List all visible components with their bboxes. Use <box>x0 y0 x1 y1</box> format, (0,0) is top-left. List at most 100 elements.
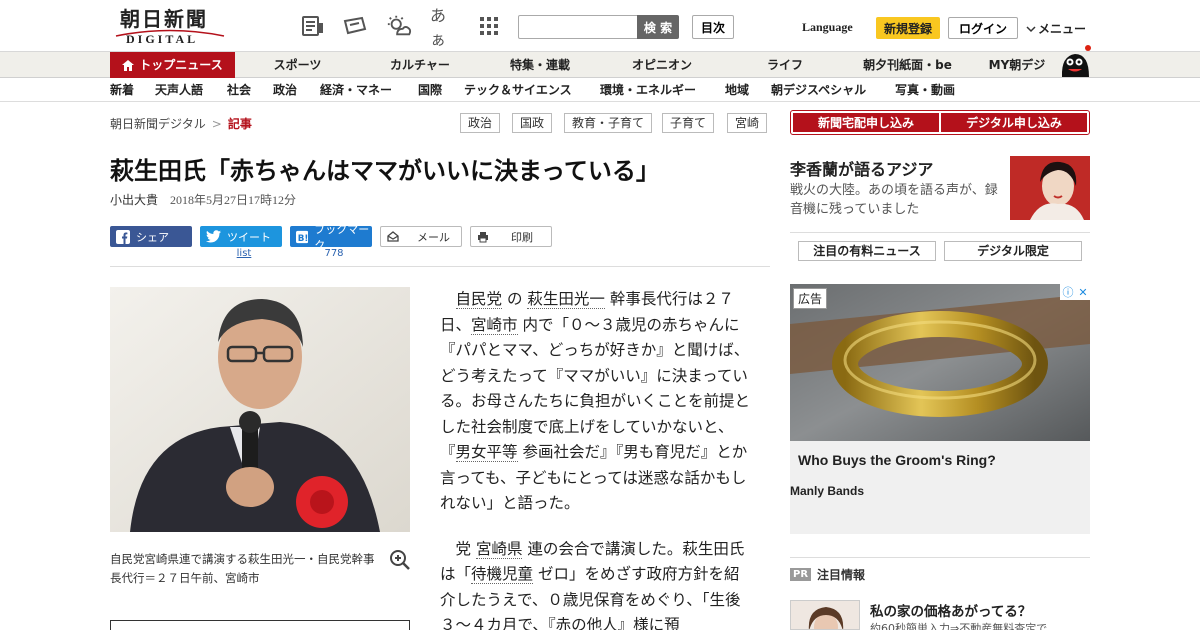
pr-item-sub: 約60秒簡単入力⇒不動産無料査定で <box>870 622 1048 630</box>
search-input[interactable] <box>518 15 638 39</box>
facebook-share-button[interactable]: シェア <box>110 226 192 247</box>
pr-title: 注目情報 <box>817 568 866 582</box>
link-gender-equality[interactable]: 男女平等 <box>455 443 518 462</box>
nav-photo[interactable]: 写真・動画 <box>895 78 955 102</box>
facebook-icon <box>116 229 130 244</box>
font-size-icon[interactable]: あぁ <box>430 6 460 49</box>
login-button[interactable]: ログイン <box>948 17 1018 39</box>
nav-tech[interactable]: テック＆サイエンス <box>464 78 572 102</box>
next-photo[interactable] <box>110 620 410 630</box>
paper-delivery-button[interactable]: 新聞宅配申し込み <box>793 113 939 132</box>
breadcrumb-home[interactable]: 朝日新聞デジタル <box>110 115 206 132</box>
nav-region[interactable]: 地域 <box>725 78 749 102</box>
chevron-down-icon <box>1026 25 1036 32</box>
ticket-icon[interactable] <box>342 14 368 38</box>
nav-top-news-label: トップニュース <box>139 58 223 72</box>
ad-choices[interactable]: ⓘ ✕ <box>1060 284 1090 300</box>
hatena-icon: B! <box>296 230 309 243</box>
language-link[interactable]: Language <box>802 20 853 35</box>
breadcrumb-sep: > <box>211 116 222 131</box>
weather-icon[interactable] <box>386 14 412 38</box>
menu-label: メニュー <box>1038 22 1087 36</box>
register-button[interactable]: 新規登録 <box>876 17 940 39</box>
print-label: 印刷 <box>511 230 533 244</box>
nav-sports[interactable]: スポーツ <box>250 52 345 78</box>
close-icon[interactable]: ✕ <box>1078 286 1087 299</box>
mail-share-button[interactable]: メール <box>380 226 462 247</box>
nav-opinion[interactable]: オピニオン <box>612 52 712 78</box>
digital-subscribe-button[interactable]: デジタル申し込み <box>941 113 1087 132</box>
zoom-icon[interactable] <box>389 549 411 571</box>
nav-my-asahi[interactable]: MY朝デジ <box>978 52 1056 78</box>
text: の <box>502 290 528 308</box>
photo-caption: 自民党宮崎県連で講演する萩生田光一・自民党幹事長代行＝２７日午前、宮崎市 <box>110 552 375 585</box>
ad-headline[interactable]: Who Buys the Groom's Ring? <box>798 452 996 468</box>
toc-button[interactable]: 目次 <box>692 15 734 39</box>
info-icon[interactable]: ⓘ <box>1062 284 1073 300</box>
mascot-icon[interactable] <box>1058 44 1092 78</box>
nav-paper[interactable]: 朝夕刊紙面・be <box>850 52 965 78</box>
mail-label: メール <box>417 230 450 244</box>
tag-parenting[interactable]: 子育て <box>662 113 715 133</box>
twitter-label: ツイート <box>227 230 271 244</box>
ad-image[interactable] <box>790 284 1090 441</box>
search-button[interactable]: 検 索 <box>637 15 679 39</box>
nav-special[interactable]: 朝デジスペシャル <box>771 78 866 102</box>
byline: 小出大貴 2018年5月27日17時12分 <box>110 191 296 208</box>
paragraph-2: 党 宮崎県 連の会合で講演した。萩生田氏は「待機児童 ゼロ」をめざす政府方針を紹… <box>440 537 750 630</box>
print-button[interactable]: 印刷 <box>470 226 552 247</box>
pr-badge: PR <box>790 568 812 581</box>
breadcrumb-current: 記事 <box>227 117 252 131</box>
nav-features[interactable]: 特集・連載 <box>490 52 590 78</box>
site-logo[interactable]: 朝日新聞 DIGITAL <box>112 8 230 48</box>
nav-new[interactable]: 新着 <box>110 78 134 102</box>
newspaper-icon[interactable] <box>300 14 326 38</box>
pr-item-title[interactable]: 私の家の価格あがってる？ <box>870 600 1031 620</box>
grid-menu-icon[interactable] <box>476 14 502 38</box>
twitter-share-button[interactable]: ツイート <box>200 226 282 247</box>
site-header: 朝日新聞 DIGITAL あぁ 検 索 目次 Language 新規登録 ログイ… <box>0 0 1200 52</box>
svg-text:B!: B! <box>298 233 309 243</box>
hatena-bookmark-button[interactable]: B! ブックマーク <box>290 223 372 252</box>
advertisement[interactable]: 広告 ⓘ ✕ Who Buys the Groom's Ring? Manly … <box>790 284 1090 534</box>
tag-education[interactable]: 教育・子育て <box>564 113 653 133</box>
nav-politics[interactable]: 政治 <box>273 78 297 102</box>
feature-desc: 戦火の大陸。あの頃を語る声が、録音機に残っていました <box>790 183 998 217</box>
logo-sub: DIGITAL <box>126 32 199 46</box>
article-body: 自民党 の 萩生田光一 幹事長代行は２７日、宮崎市 内で「０～３歳児の赤ちゃんに… <box>440 287 750 630</box>
nav-international[interactable]: 国際 <box>418 78 442 102</box>
ad-label: 広告 <box>793 288 828 309</box>
article-photo[interactable] <box>110 287 410 532</box>
twitter-icon <box>206 230 221 243</box>
paragraph-1: 自民党 の 萩生田光一 幹事長代行は２７日、宮崎市 内で「０～３歳児の赤ちゃんに… <box>440 287 750 517</box>
nav-environment[interactable]: 環境・エネルギー <box>600 78 696 102</box>
print-icon <box>478 231 488 242</box>
pr-header: PR 注目情報 <box>790 566 865 583</box>
link-miyazaki-pref[interactable]: 宮崎県 <box>475 539 523 559</box>
tag-politics[interactable]: 政治 <box>460 113 501 133</box>
mail-icon <box>387 231 399 242</box>
feature-title[interactable]: 李香蘭が語るアジア <box>790 156 933 180</box>
nav-life[interactable]: ライフ <box>735 52 835 78</box>
nav-society[interactable]: 社会 <box>227 78 251 102</box>
nav-top-news[interactable]: トップニュース <box>110 52 235 78</box>
feature-thumbnail[interactable] <box>1010 156 1090 220</box>
tab-digital-only[interactable]: デジタル限定 <box>944 241 1082 261</box>
link-miyazaki-city[interactable]: 宮崎市 <box>471 315 518 335</box>
tag-national[interactable]: 国政 <box>512 113 553 133</box>
pr-thumbnail[interactable] <box>790 600 860 630</box>
secondary-nav: 新着 天声人語 社会 政治 経済・マネー 国際 テック＆サイエンス 環境・エネル… <box>0 78 1200 102</box>
link-hagiuda[interactable]: 萩生田光一 <box>527 290 605 309</box>
nav-tensei[interactable]: 天声人語 <box>155 78 203 102</box>
ad-brand[interactable]: Manly Bands <box>790 484 864 498</box>
tab-paid-news[interactable]: 注目の有料ニュース <box>798 241 936 261</box>
twitter-count[interactable]: list <box>203 248 285 259</box>
link-waiting-children[interactable]: 待機児童 <box>471 565 534 584</box>
subscribe-box: 新聞宅配申し込み デジタル申し込み <box>790 110 1090 135</box>
nav-culture[interactable]: カルチャー <box>370 52 470 78</box>
hatena-count: 778 <box>324 248 344 259</box>
tag-miyazaki[interactable]: 宮崎 <box>727 113 768 133</box>
menu-button[interactable]: メニュー <box>1026 20 1086 37</box>
nav-economy[interactable]: 経済・マネー <box>320 78 392 102</box>
link-ldp[interactable]: 自民党 <box>455 290 503 309</box>
